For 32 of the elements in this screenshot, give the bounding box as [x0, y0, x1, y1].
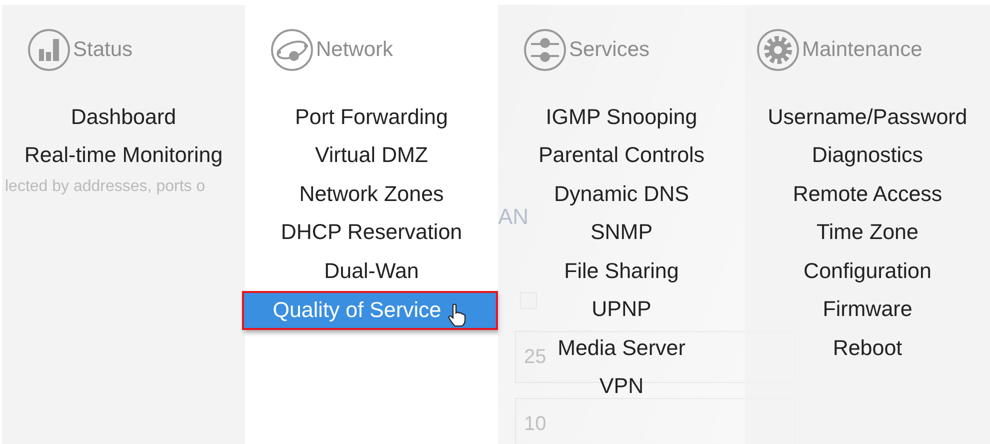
- menu-item[interactable]: Remote Access: [788, 175, 946, 214]
- menu-item[interactable]: Reboot: [828, 329, 906, 368]
- menu-item[interactable]: SNMP: [586, 214, 657, 252]
- menu-item[interactable]: Media Server: [554, 329, 690, 368]
- column-heading: Status: [73, 38, 133, 62]
- menu-item[interactable]: Time Zone: [812, 214, 922, 252]
- menu-item[interactable]: Dual-Wan: [320, 252, 423, 290]
- menu-item[interactable]: Firmware: [818, 290, 916, 329]
- menu-item[interactable]: Virtual DMZ: [310, 136, 432, 175]
- column-heading: Maintenance: [802, 38, 922, 62]
- menu-item[interactable]: Port Forwarding: [291, 98, 452, 136]
- column-heading: Network: [316, 38, 394, 62]
- sliders-icon: [523, 28, 567, 72]
- menu-item[interactable]: IGMP Snooping: [542, 98, 702, 136]
- bar-chart-icon: [27, 28, 71, 72]
- menu-item[interactable]: DHCP Reservation: [276, 214, 466, 252]
- menu-item[interactable]: Real-time Monitoring: [20, 136, 227, 175]
- menu-item[interactable]: Configuration: [800, 252, 936, 290]
- menu-item[interactable]: Dashboard: [66, 98, 180, 136]
- menu-item[interactable]: UPNP: [588, 290, 656, 329]
- gear-icon: [756, 28, 800, 72]
- menu-item[interactable]: Diagnostics: [808, 136, 928, 175]
- orbit-icon: [270, 28, 314, 72]
- column-heading: Services: [569, 38, 650, 62]
- menu-item[interactable]: File Sharing: [560, 252, 683, 290]
- heading-text: AN: [498, 204, 529, 230]
- hand-cursor-icon: [447, 303, 468, 327]
- menu-item[interactable]: Network Zones: [295, 175, 448, 214]
- description-text: lected by addresses, ports o: [5, 178, 206, 196]
- menu-item[interactable]: Username/Password: [764, 98, 972, 136]
- menu-item[interactable]: Parental Controls: [534, 136, 709, 175]
- menu-item[interactable]: Dynamic DNS: [550, 175, 693, 214]
